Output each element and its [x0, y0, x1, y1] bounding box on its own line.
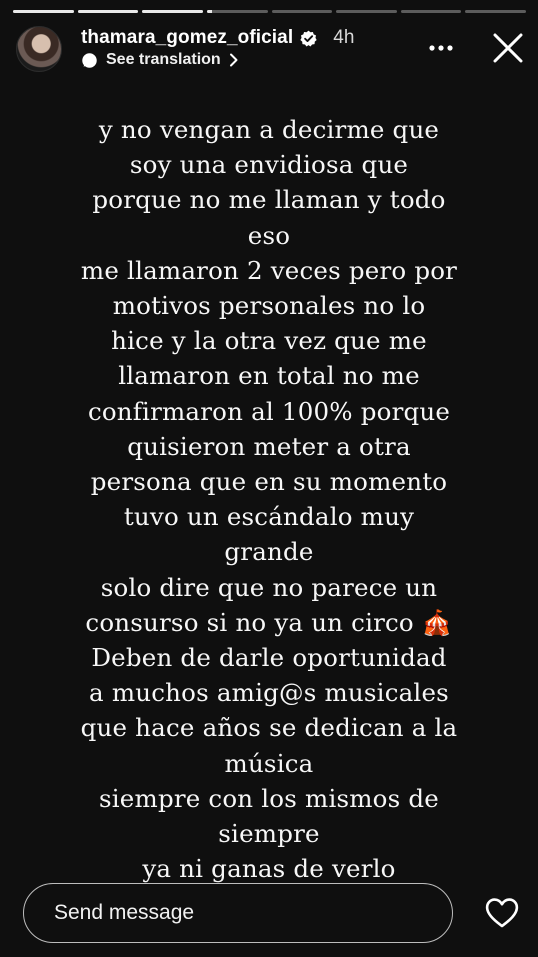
- story-text-line: me llamaron 2 veces pero por: [80, 255, 458, 285]
- username[interactable]: thamara_gomez_oficial: [81, 27, 293, 49]
- story-text: y no vengan a decirme que soy una envidio…: [40, 112, 498, 886]
- story-progress-segment: [271, 10, 333, 13]
- story-text-line: y no vengan a decirme que: [98, 115, 440, 144]
- story-text-line: llamaron en total no me: [118, 361, 420, 391]
- story-text-line: eso: [247, 220, 291, 250]
- story-progress-fill: [142, 10, 203, 13]
- story-text-line: quisieron meter a otra: [127, 431, 411, 461]
- story-text-line: a muchos amig@s musicales: [89, 678, 449, 708]
- story-progress-segment: [13, 10, 74, 13]
- story-text-line: hice y la otra vez que me: [111, 326, 427, 356]
- story-progress-segment: [336, 10, 397, 13]
- story-text-line: Deben de darle oportunidad: [91, 643, 447, 673]
- more-options-icon[interactable]: [428, 38, 454, 58]
- story-progress-fill: [77, 10, 139, 13]
- story-text-line: soy una envidiosa que: [129, 150, 409, 180]
- story-text-line: que hace años se dedican a la: [80, 713, 458, 743]
- see-translation-link[interactable]: See translation: [81, 51, 239, 69]
- send-message-placeholder: Send message: [54, 901, 195, 924]
- story-progress-fill: [13, 10, 74, 13]
- story-text-line: siempre: [218, 819, 320, 849]
- story-progress-fill: [206, 10, 212, 13]
- story-progress-segment: [77, 10, 139, 13]
- story-progress-segment: [206, 10, 268, 13]
- post-time: 4h: [333, 27, 355, 48]
- story-text-line: motivos personales no lo: [112, 291, 426, 321]
- see-translation-label: See translation: [106, 51, 221, 68]
- story-text-line: música: [224, 748, 314, 778]
- story-progress-segment: [465, 10, 526, 13]
- story-text-line: persona que en su momento: [90, 467, 448, 497]
- story-text-line: consurso si no ya un circo 🎪: [85, 607, 453, 637]
- story-header: thamara_gomez_oficial 4h See translation: [16, 24, 524, 74]
- close-icon[interactable]: [492, 32, 524, 64]
- story-text-line: ya ni ganas de verlo: [142, 854, 396, 884]
- translate-icon: [82, 52, 97, 68]
- story-text-line: solo dire que no parece un: [100, 572, 438, 602]
- story-text-line: siempre con los mismos de: [99, 783, 439, 813]
- avatar[interactable]: [16, 26, 62, 72]
- story-progress-bar: [13, 10, 526, 13]
- verified-badge-icon: [300, 30, 317, 46]
- username-row[interactable]: thamara_gomez_oficial 4h: [81, 27, 355, 49]
- story-progress-segment: [400, 10, 462, 13]
- story-text-line: grande: [224, 537, 314, 567]
- heart-icon[interactable]: [484, 897, 520, 929]
- story-footer: Send message: [23, 883, 522, 945]
- story-text-line: confirmaron al 100% porque: [87, 396, 451, 426]
- send-message-input[interactable]: Send message: [23, 883, 453, 943]
- story-text-line: tuvo un escándalo muy: [123, 502, 415, 532]
- story-progress-segment: [142, 10, 203, 13]
- story-text-line: porque no me llaman y todo: [92, 185, 446, 215]
- chevron-right-icon: [229, 53, 238, 67]
